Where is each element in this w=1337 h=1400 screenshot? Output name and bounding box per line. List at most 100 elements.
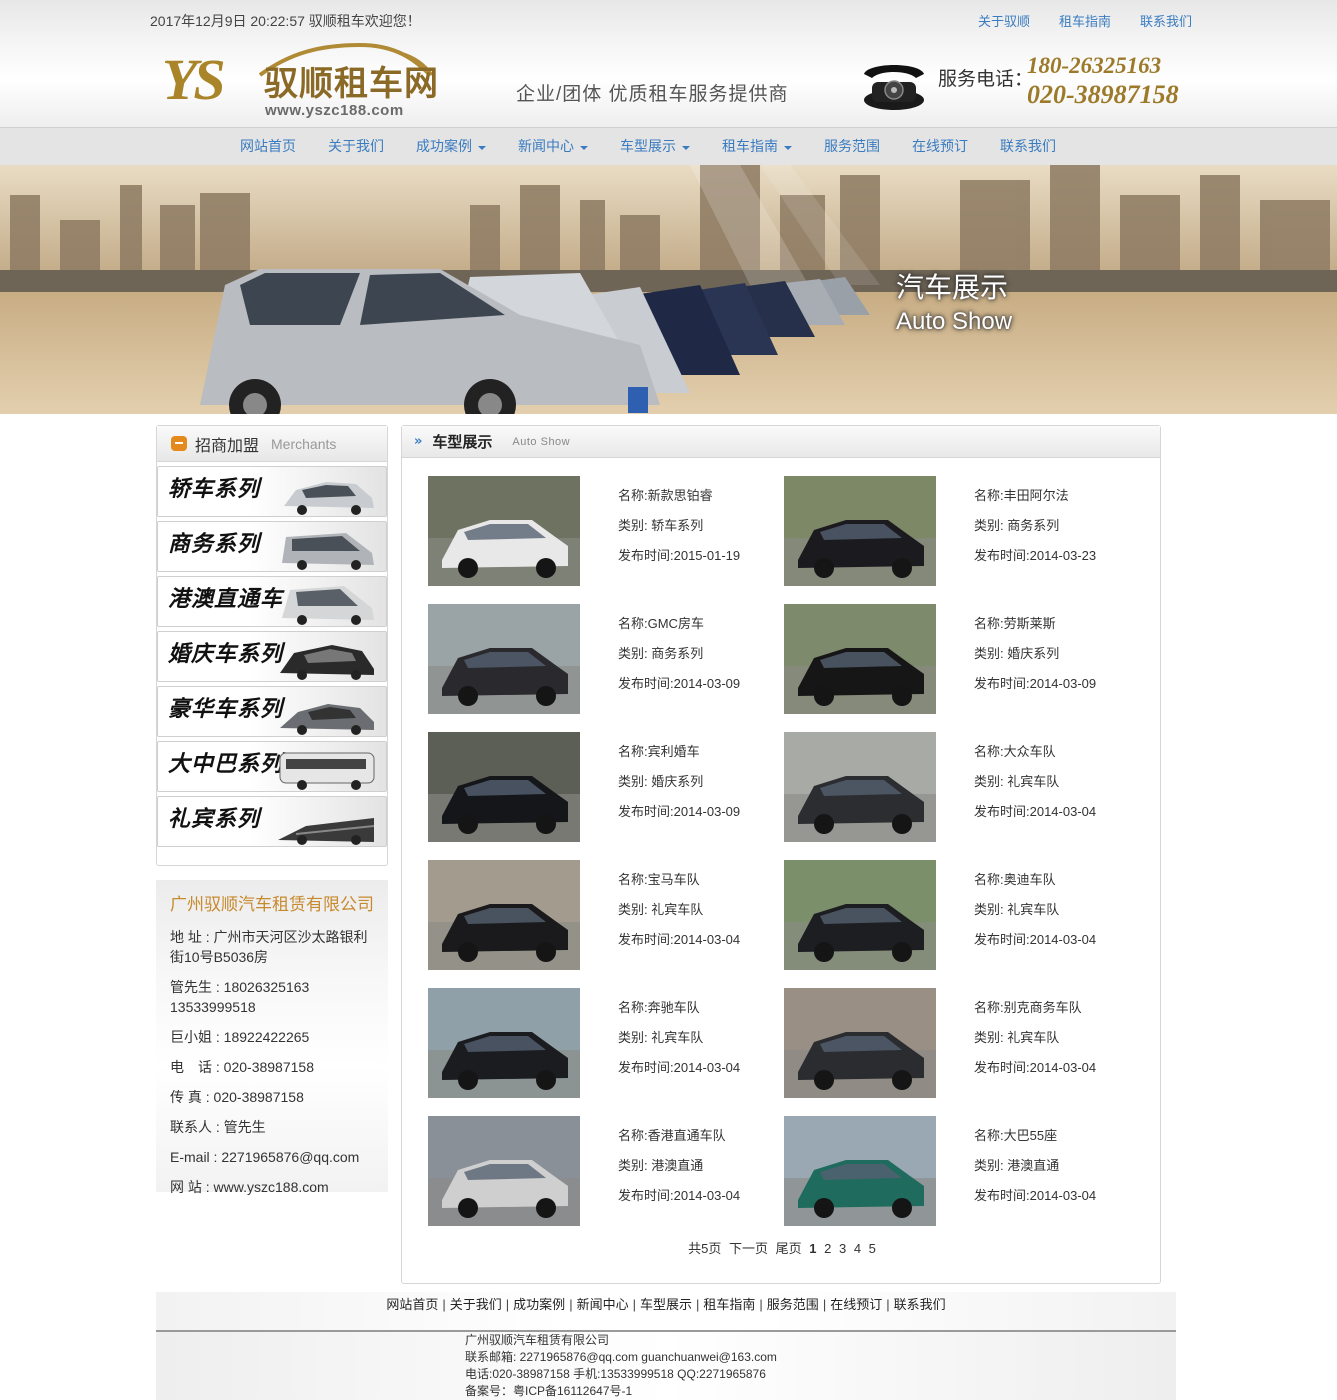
- series-item-3[interactable]: 婚庆车系列: [157, 631, 387, 682]
- car-photo[interactable]: [784, 988, 936, 1098]
- footer-link-1[interactable]: 关于我们: [450, 1297, 502, 1312]
- telephone-icon: [864, 65, 924, 110]
- top-link-guide[interactable]: 租车指南: [1059, 11, 1111, 30]
- nav-item-8[interactable]: 联系我们: [1000, 128, 1056, 165]
- car-info: 名称:大巴55座 类别: 港澳直通 发布时间:2014-03-04: [974, 1128, 1096, 1218]
- car-info: 名称:香港直通车队 类别: 港澳直通发布时间:2014-03-04: [618, 1128, 740, 1218]
- car-photo[interactable]: [428, 604, 580, 714]
- car-type: 类别: 礼宾车队: [618, 1030, 704, 1045]
- car-card[interactable]: 名称:宾利婚车 类别: 婚庆系列 发布时间:2014-03-09: [428, 732, 778, 842]
- top-link-contact[interactable]: 联系我们: [1140, 11, 1192, 30]
- car-type: 类别: 港澳直通: [618, 1158, 704, 1173]
- car-type: 类别: 婚庆系列: [618, 774, 704, 789]
- top-link-about[interactable]: 关于驭顺: [978, 11, 1030, 30]
- series-item-4[interactable]: 豪华车系列: [157, 686, 387, 737]
- car-card[interactable]: 名称:宝马车队 类别: 礼宾车队 发布时间:2014-03-04: [428, 860, 778, 970]
- car-date: 发布时间:2014-03-04: [618, 1188, 741, 1203]
- car-card[interactable]: 名称:奔驰车队 类别: 礼宾车队 发布时间:2014-03-04: [428, 988, 778, 1098]
- pager-page-4[interactable]: 4: [854, 1241, 861, 1256]
- footer-company: 广州驭顺汽车租赁有限公司: [465, 1333, 610, 1347]
- contact-address: 地 址 : 广州市天河区沙太路银利街10号B5036房: [170, 929, 368, 965]
- car-photo[interactable]: [784, 476, 936, 586]
- car-info: 名称:丰田阿尔法 类别: 商务系列 发布时间:2014-03-23: [974, 488, 1096, 578]
- car-name[interactable]: 名称:劳斯莱斯: [974, 616, 1096, 646]
- car-name[interactable]: 名称:奥迪车队: [974, 872, 1096, 902]
- car-card[interactable]: 名称:大众车队 类别: 礼宾车队 发布时间:2014-03-04: [784, 732, 1134, 842]
- nav-item-label: 租车指南: [722, 138, 778, 154]
- contact-company: 广州驭顺汽车租赁有限公司: [170, 895, 374, 914]
- series-item-1[interactable]: 商务系列: [157, 521, 387, 572]
- footer-link-8[interactable]: 联系我们: [894, 1297, 946, 1312]
- site-logo[interactable]: YS 驭顺租车网 www.yszc188.com: [160, 37, 460, 123]
- nav-item-2[interactable]: 成功案例: [416, 128, 486, 165]
- footer-link-3[interactable]: 新闻中心: [577, 1297, 629, 1312]
- pager-page-5[interactable]: 5: [869, 1241, 876, 1256]
- car-name[interactable]: 名称:宾利婚车: [618, 744, 740, 774]
- footer-link-0[interactable]: 网站首页: [386, 1297, 438, 1312]
- nav-item-4[interactable]: 车型展示: [620, 128, 690, 165]
- car-name[interactable]: 名称:大众车队: [974, 744, 1096, 774]
- car-info: 名称:奥迪车队 类别: 礼宾车队 发布时间:2014-03-04: [974, 872, 1096, 962]
- car-date: 发布时间:2014-03-04: [974, 1060, 1097, 1075]
- footer-link-7[interactable]: 在线预订: [830, 1297, 882, 1312]
- car-card[interactable]: 名称:丰田阿尔法 类别: 商务系列 发布时间:2014-03-23: [784, 476, 1134, 586]
- car-card[interactable]: 名称:香港直通车队 类别: 港澳直通发布时间:2014-03-04: [428, 1116, 778, 1226]
- double-chevron-icon: »: [414, 434, 423, 449]
- car-photo[interactable]: [784, 732, 936, 842]
- car-name[interactable]: 名称:GMC房车: [618, 616, 740, 646]
- car-icon: [280, 645, 374, 680]
- car-icon: [284, 482, 374, 515]
- car-name[interactable]: 名称:丰田阿尔法: [974, 488, 1096, 518]
- nav-item-6[interactable]: 服务范围: [824, 128, 880, 165]
- car-photo[interactable]: [428, 988, 580, 1098]
- series-item-5[interactable]: 大中巴系列: [157, 741, 387, 792]
- nav-item-1[interactable]: 关于我们: [328, 128, 384, 165]
- nav-item-5[interactable]: 租车指南: [722, 128, 792, 165]
- nav-list: 网站首页 关于我们 成功案例 新闻中心 车型展示 租车指南 服务范围 在线预订 联系我们: [240, 128, 1088, 165]
- car-name[interactable]: 名称:香港直通车队: [618, 1128, 740, 1158]
- nav-item-0[interactable]: 网站首页: [240, 128, 296, 165]
- footer-link-6[interactable]: 服务范围: [767, 1297, 819, 1312]
- car-type: 类别: 港澳直通: [974, 1158, 1060, 1173]
- series-item-2[interactable]: 港澳直通车: [157, 576, 387, 627]
- pager-next[interactable]: 下一页: [729, 1241, 768, 1256]
- car-card[interactable]: 名称:GMC房车 类别: 商务系列 发布时间:2014-03-09: [428, 604, 778, 714]
- series-item-6[interactable]: 礼宾系列: [157, 796, 387, 847]
- car-photo[interactable]: [784, 1116, 936, 1226]
- series-item-label: 轿车系列: [168, 477, 261, 502]
- car-photo[interactable]: [428, 476, 580, 586]
- service-phone-label: 服务电话：: [938, 69, 1034, 90]
- car-name[interactable]: 名称:别克商务车队: [974, 1000, 1096, 1030]
- car-card[interactable]: 名称:奥迪车队 类别: 礼宾车队 发布时间:2014-03-04: [784, 860, 1134, 970]
- car-date: 发布时间:2014-03-04: [618, 932, 741, 947]
- car-photo[interactable]: [784, 860, 936, 970]
- nav-item-label: 新闻中心: [518, 138, 574, 154]
- car-name[interactable]: 名称:宝马车队: [618, 872, 740, 902]
- car-card[interactable]: 名称:别克商务车队 类别: 礼宾车队 发布时间:2014-03-04: [784, 988, 1134, 1098]
- car-card[interactable]: 名称:新款思铂睿 类别: 轿车系列 发布时间:2015-01-19: [428, 476, 778, 586]
- car-photo[interactable]: [428, 732, 580, 842]
- car-card[interactable]: 名称:大巴55座 类别: 港澳直通 发布时间:2014-03-04: [784, 1116, 1134, 1226]
- series-item-0[interactable]: 轿车系列: [157, 466, 387, 517]
- contact-email: E-mail : 2271965876@qq.com: [170, 1149, 360, 1165]
- car-card[interactable]: 名称:劳斯莱斯 类别: 婚庆系列 发布时间:2014-03-09: [784, 604, 1134, 714]
- pager-page-2[interactable]: 2: [824, 1241, 831, 1256]
- nav-item-7[interactable]: 在线预订: [912, 128, 968, 165]
- car-photo[interactable]: [428, 1116, 580, 1226]
- top-links: 关于驭顺 租车指南 联系我们: [978, 11, 1192, 30]
- car-name[interactable]: 名称:大巴55座: [974, 1128, 1096, 1158]
- car-name[interactable]: 名称:新款思铂睿: [618, 488, 740, 518]
- car-photo[interactable]: [784, 604, 936, 714]
- car-name[interactable]: 名称:奔驰车队: [618, 1000, 740, 1030]
- pager-page-3[interactable]: 3: [839, 1241, 846, 1256]
- car-photo[interactable]: [428, 860, 580, 970]
- car-date: 发布时间:2014-03-04: [974, 932, 1097, 947]
- footer-link-2[interactable]: 成功案例: [513, 1297, 565, 1312]
- footer-link-5[interactable]: 租车指南: [703, 1297, 755, 1312]
- footer-link-4[interactable]: 车型展示: [640, 1297, 692, 1312]
- nav-item-label: 成功案例: [416, 138, 472, 154]
- pager-last[interactable]: 尾页: [776, 1241, 802, 1256]
- service-phone-landline: 020-38987158: [1027, 80, 1179, 109]
- footer-link-separator: |: [886, 1297, 890, 1312]
- nav-item-3[interactable]: 新闻中心: [518, 128, 588, 165]
